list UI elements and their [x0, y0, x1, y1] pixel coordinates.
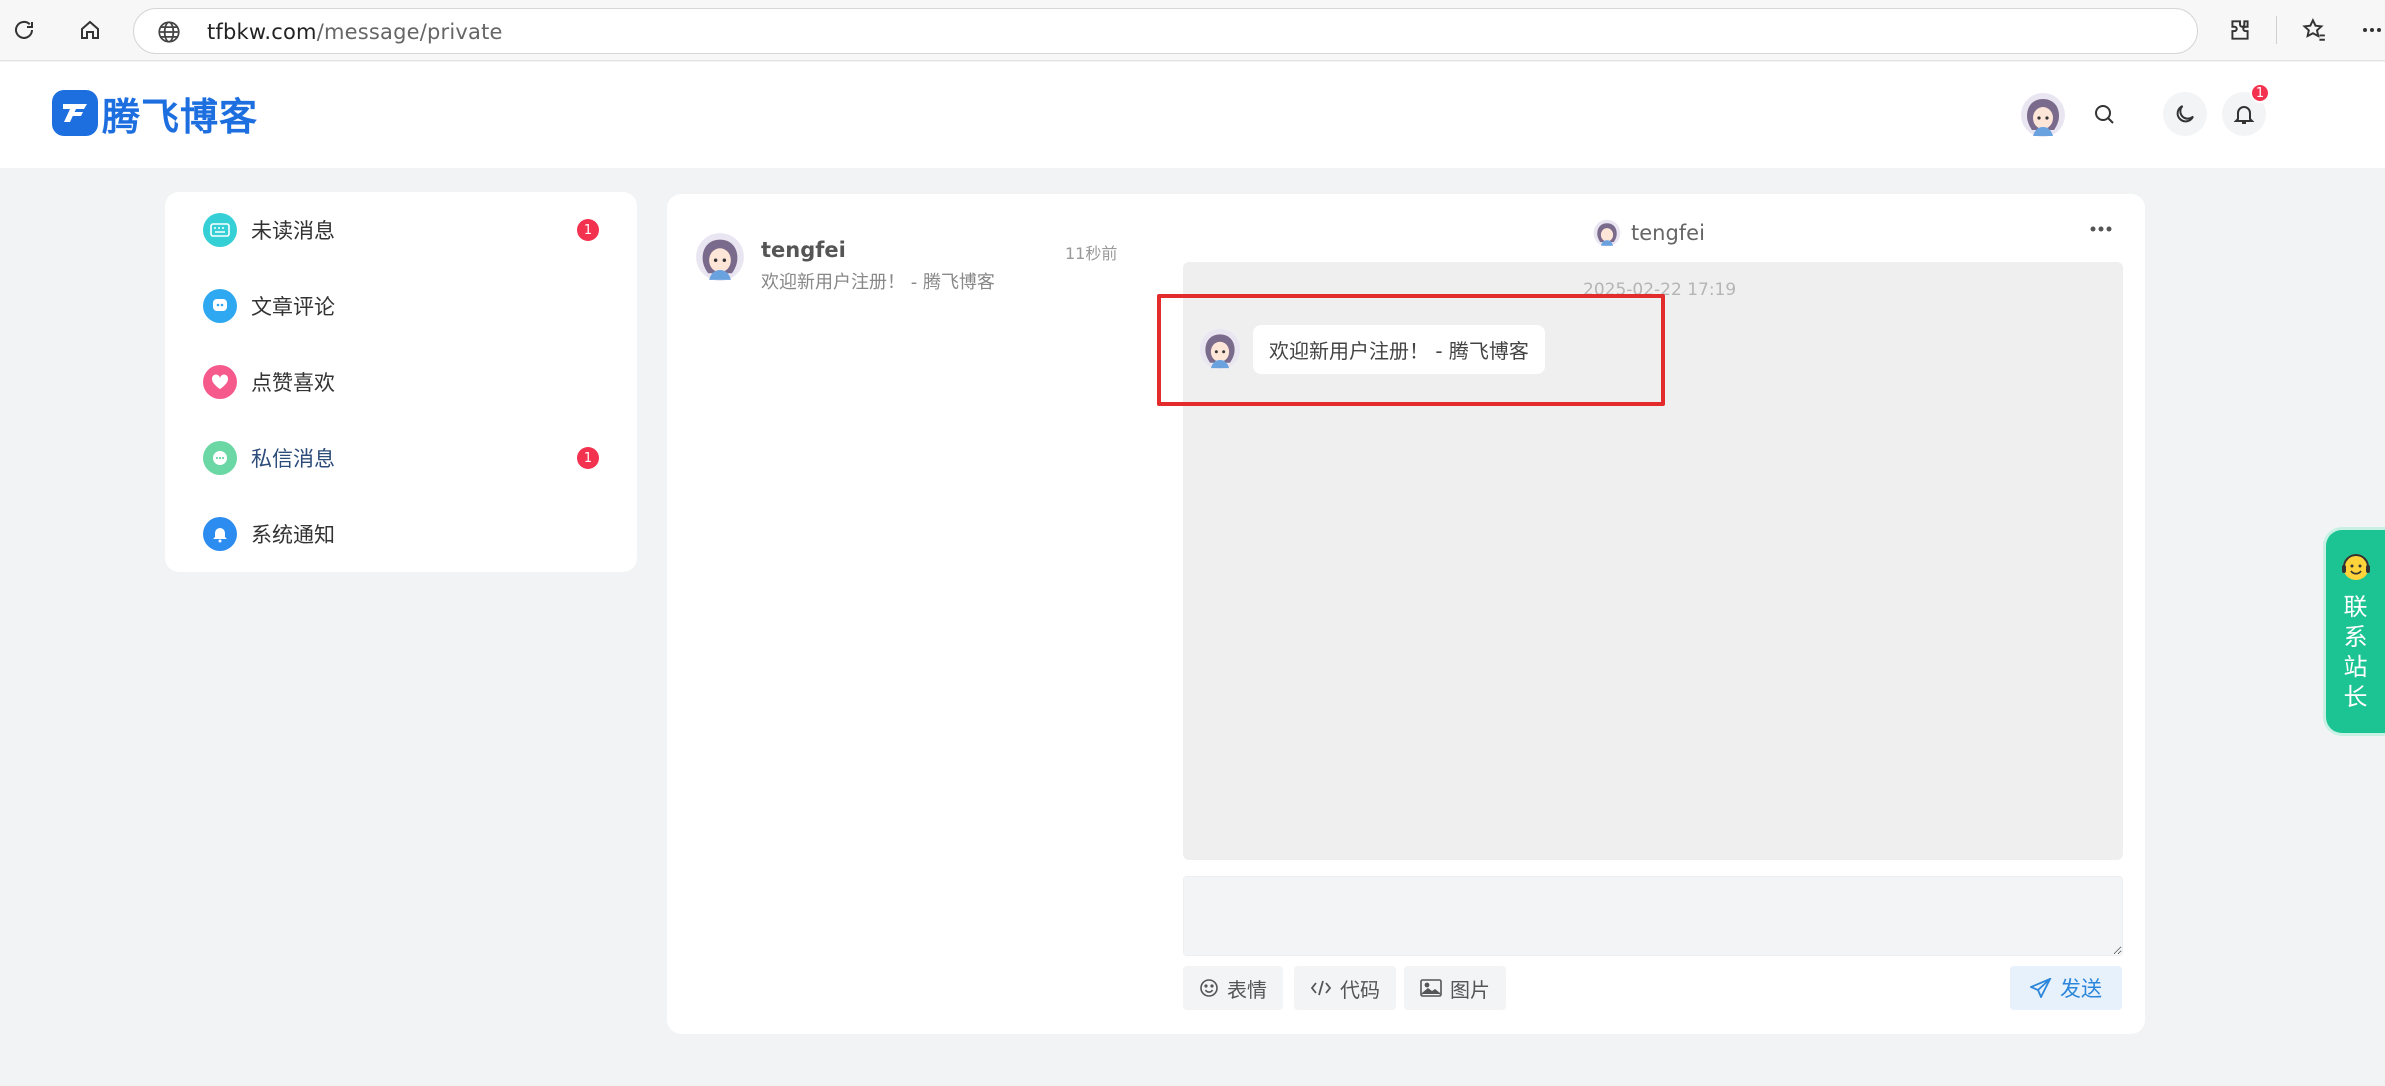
conversation-avatar — [695, 232, 745, 286]
sidebar-item-label: 未读消息 — [251, 219, 335, 243]
dark-mode-button[interactable] — [2163, 92, 2207, 136]
extensions-icon[interactable] — [2222, 12, 2258, 48]
address-bar[interactable]: tfbkw.com/message/private — [133, 8, 2198, 54]
sidebar-item-label: 私信消息 — [251, 447, 335, 471]
contact-admin-label: 联系站长 — [2343, 593, 2368, 711]
home-icon[interactable] — [72, 12, 108, 48]
user-avatar[interactable] — [2020, 92, 2066, 142]
send-button-label: 发送 — [2060, 977, 2102, 1001]
headset-smile-icon — [2341, 554, 2370, 580]
chat-icon — [203, 441, 237, 475]
private-message-badge: 1 — [577, 447, 599, 469]
annotation-highlight-box — [1157, 294, 1665, 406]
chat-header-name: tengfei — [1631, 221, 1705, 245]
comment-icon — [203, 289, 237, 323]
url-text: tfbkw.com/message/private — [207, 20, 503, 44]
emoji-button-label: 表情 — [1227, 977, 1267, 1002]
code-icon — [1310, 979, 1332, 997]
search-icon — [2095, 105, 2114, 124]
message-input[interactable] — [1183, 876, 2123, 956]
heart-icon — [203, 365, 237, 399]
favorites-icon[interactable] — [2296, 12, 2332, 48]
emoji-button[interactable]: 表情 — [1183, 966, 1283, 1010]
paper-plane-icon — [2030, 978, 2052, 998]
message-category-menu: 未读消息 1 文章评论 点赞喜欢 私信消息 1 系统通知 — [165, 192, 637, 572]
chat-header: tengfei — [1593, 218, 1705, 248]
code-button[interactable]: 代码 — [1294, 966, 1396, 1010]
bell-icon — [2233, 106, 2255, 124]
conversation-item[interactable]: tengfei 11秒前 欢迎新用户注册！ - 腾飞博客 — [695, 232, 1135, 302]
toolbar-divider — [2276, 16, 2277, 44]
sidebar-item-comments[interactable]: 文章评论 — [165, 268, 637, 344]
unread-badge: 1 — [577, 219, 599, 241]
image-button[interactable]: 图片 — [1404, 966, 1506, 1010]
bell-icon — [203, 517, 237, 551]
site-header: 腾飞博客 1 — [0, 62, 2385, 168]
browser-toolbar: tfbkw.com/message/private — [0, 0, 2385, 61]
more-options-icon[interactable] — [2089, 218, 2113, 237]
logo-mark-icon — [52, 90, 98, 136]
sidebar-item-label: 点赞喜欢 — [251, 371, 335, 395]
sidebar-item-unread[interactable]: 未读消息 1 — [165, 192, 637, 268]
sidebar-item-label: 系统通知 — [251, 523, 335, 547]
send-button[interactable]: 发送 — [2010, 966, 2122, 1010]
sidebar-item-likes[interactable]: 点赞喜欢 — [165, 344, 637, 420]
smile-icon — [1199, 978, 1219, 998]
unread-icon — [203, 213, 237, 247]
conversation-time: 11秒前 — [1065, 244, 1118, 263]
logo-text: 腾飞博客 — [102, 94, 259, 139]
notification-badge: 1 — [2250, 83, 2270, 103]
contact-admin-button[interactable]: 联系站长 — [2326, 530, 2385, 733]
private-message-panel: tengfei 11秒前 欢迎新用户注册！ - 腾飞博客 tengfei 202… — [667, 194, 2145, 1034]
code-button-label: 代码 — [1340, 977, 1380, 1002]
image-button-label: 图片 — [1450, 977, 1490, 1002]
sidebar-item-label: 文章评论 — [251, 295, 335, 319]
globe-icon — [156, 19, 182, 49]
site-logo[interactable]: 腾飞博客 — [52, 88, 259, 139]
sidebar-item-private-messages[interactable]: 私信消息 1 — [165, 420, 637, 496]
chat-header-avatar — [1593, 219, 1621, 247]
reload-icon[interactable] — [6, 12, 42, 48]
conversation-preview: 欢迎新用户注册！ - 腾飞博客 — [761, 272, 995, 293]
conversation-name: tengfei — [761, 238, 846, 262]
moon-icon — [2176, 105, 2194, 123]
search-button[interactable] — [2082, 92, 2126, 136]
browser-menu-icon[interactable] — [2354, 12, 2385, 48]
sidebar-item-system-notice[interactable]: 系统通知 — [165, 496, 637, 572]
image-icon — [1420, 979, 1442, 997]
